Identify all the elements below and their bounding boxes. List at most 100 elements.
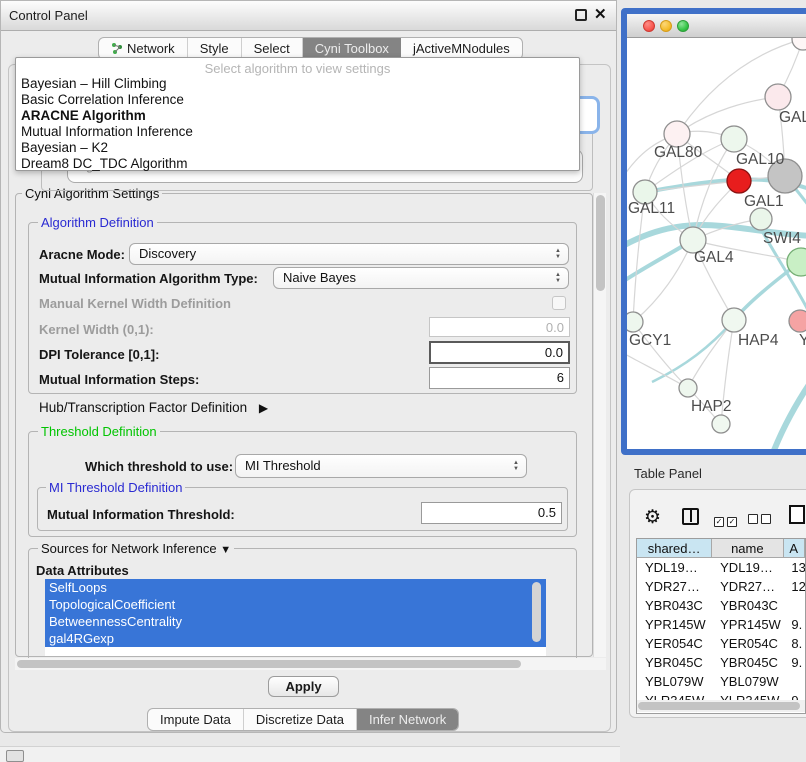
manual-kernel-width-checkbox[interactable] [552, 296, 566, 310]
table-row[interactable]: YER054CYER054C8. [637, 634, 805, 653]
settings-vertical-scrollbar[interactable] [593, 193, 606, 657]
network-node[interactable] [792, 38, 806, 50]
control-panel-titlebar[interactable]: Control Panel ✕ [1, 1, 616, 31]
which-threshold-combo[interactable]: MI Threshold ▲▼ [235, 454, 527, 478]
data-attribute-item[interactable]: gal4RGexp [45, 630, 546, 647]
network-node[interactable] [721, 126, 747, 152]
file-icon[interactable] [789, 505, 805, 524]
table-cell [783, 596, 805, 615]
hub-definition-label: Hub/Transcription Factor Definition [39, 400, 247, 415]
data-attribute-item[interactable]: BetweennessCentrality [45, 613, 546, 630]
tab-select[interactable]: Select [242, 38, 303, 59]
network-node[interactable] [712, 415, 730, 433]
network-window-titlebar[interactable] [627, 14, 806, 38]
algorithm-option[interactable]: Mutual Information Inference [16, 124, 579, 140]
algorithm-option[interactable]: Dream8 DC_TDC Algorithm [16, 156, 579, 172]
mi-algorithm-type-value: Naive Bayes [283, 270, 356, 285]
mi-steps-field[interactable]: 6 [429, 367, 570, 389]
algorithm-option[interactable]: ARACNE Algorithm [16, 108, 579, 124]
table-row[interactable]: YBL079WYBL079W [637, 672, 805, 691]
tab-cyni-toolbox[interactable]: Cyni Toolbox [303, 38, 401, 59]
float-window-icon[interactable] [575, 9, 587, 21]
algorithm-option[interactable]: Basic Correlation Inference [16, 92, 579, 108]
tab-label: Style [200, 41, 229, 56]
network-node[interactable] [679, 379, 697, 397]
table-row[interactable]: YDL19…YDL19…13 [637, 558, 805, 577]
column-header[interactable]: shared… [637, 539, 712, 558]
data-attribute-item[interactable]: TopologicalCoefficient [45, 596, 546, 613]
dpi-tolerance-field[interactable]: 0.0 [429, 341, 570, 364]
checked-box-icon: ✓ [714, 517, 724, 527]
hub-definition-toggle[interactable]: Hub/Transcription Factor Definition ▶ [39, 400, 268, 415]
table-cell: YER054C [712, 634, 783, 653]
network-edge [633, 240, 693, 322]
tab-infer-network[interactable]: Infer Network [357, 709, 458, 730]
network-node[interactable] [750, 208, 772, 230]
table-row[interactable]: YBR043CYBR043C [637, 596, 805, 615]
network-node[interactable] [627, 312, 643, 332]
kernel-width-field: 0.0 [429, 317, 570, 337]
table-cell: 8. [783, 634, 805, 653]
table-row[interactable]: YBR045CYBR045C9. [637, 653, 805, 672]
network-canvas[interactable]: GALGAL80GAL10GAL1GAL11SWI4GAL4GCY1HAP4YH… [627, 38, 806, 449]
mi-threshold-legend: MI Threshold Definition [46, 480, 185, 495]
mi-threshold-field[interactable]: 0.5 [421, 502, 562, 524]
table-row[interactable]: YPR145WYPR145W9. [637, 615, 805, 634]
settings-horizontal-scrollbar[interactable] [15, 658, 606, 670]
columns-icon[interactable] [682, 508, 699, 525]
collapsed-arrow-icon: ▶ [259, 401, 268, 415]
unchecked-box-icon [761, 514, 771, 524]
select-all-columns-icon[interactable]: ✓✓ [714, 511, 740, 529]
algorithm-option[interactable]: Bayesian – Hill Climbing [16, 76, 579, 92]
gear-icon[interactable]: ⚙ [644, 506, 661, 529]
mi-algorithm-type-combo[interactable]: Naive Bayes ▲▼ [273, 267, 569, 289]
algorithm-definition-legend: Algorithm Definition [38, 215, 157, 230]
minimize-traffic-light[interactable] [660, 20, 672, 32]
attr-list-scrollbar[interactable] [532, 582, 542, 652]
table-cell: 13 [783, 558, 805, 577]
node-attribute-table[interactable]: shared…nameAYDL19…YDL19…13YDR27…YDR27…12… [636, 538, 806, 714]
close-traffic-light[interactable] [643, 20, 655, 32]
sources-legend[interactable]: Sources for Network Inference ▼ [38, 541, 234, 556]
table-cell: YDL19… [712, 558, 783, 577]
apply-button[interactable]: Apply [268, 676, 339, 697]
aracne-mode-label: Aracne Mode: [39, 247, 125, 262]
data-attributes-list[interactable]: SelfLoopsTopologicalCoefficientBetweenne… [45, 579, 546, 656]
tab-style[interactable]: Style [188, 38, 242, 59]
close-icon[interactable]: ✕ [594, 5, 607, 23]
data-attribute-item[interactable]: SelfLoops [45, 579, 546, 596]
aracne-mode-combo[interactable]: Discovery ▲▼ [129, 243, 569, 265]
node-label: GAL1 [744, 193, 784, 210]
tab-impute-data[interactable]: Impute Data [148, 709, 244, 730]
bottom-strip [0, 746, 620, 762]
table-cell: YBR045C [712, 653, 783, 672]
table-cell: 12 [783, 577, 805, 596]
tab-discretize-data[interactable]: Discretize Data [244, 709, 357, 730]
table-cell: YDR27… [712, 577, 783, 596]
algorithm-option[interactable]: Bayesian – K2 [16, 140, 579, 156]
mi-steps-label: Mutual Information Steps: [39, 372, 199, 387]
network-node[interactable] [727, 169, 751, 193]
table-cell: 9. [783, 615, 805, 634]
table-row[interactable]: YDR27…YDR27…12 [637, 577, 805, 596]
which-threshold-value: MI Threshold [245, 458, 321, 473]
deselect-all-columns-icon[interactable] [748, 511, 774, 529]
column-header[interactable]: A [784, 539, 806, 558]
network-edge [627, 352, 688, 388]
zoom-traffic-light[interactable] [677, 20, 689, 32]
tab-label: Select [254, 41, 290, 56]
tab-label: Impute Data [160, 712, 231, 727]
node-label: HAP2 [691, 398, 732, 415]
tab-network[interactable]: Network [99, 38, 188, 59]
table-panel-title: Table Panel [634, 466, 702, 481]
column-header[interactable]: name [712, 539, 783, 558]
algorithm-dropdown-list[interactable]: Select algorithm to view settings Bayesi… [15, 57, 580, 171]
minimized-panel-icon[interactable] [6, 750, 24, 762]
network-node[interactable] [765, 84, 791, 110]
tab-jactivemnodules[interactable]: jActiveMNodules [401, 38, 522, 59]
table-cell: YBL079W [712, 672, 783, 691]
table-cell: YBR043C [712, 596, 783, 615]
table-horizontal-scrollbar[interactable] [637, 700, 805, 712]
network-node[interactable] [722, 308, 746, 332]
network-node[interactable] [789, 310, 806, 332]
